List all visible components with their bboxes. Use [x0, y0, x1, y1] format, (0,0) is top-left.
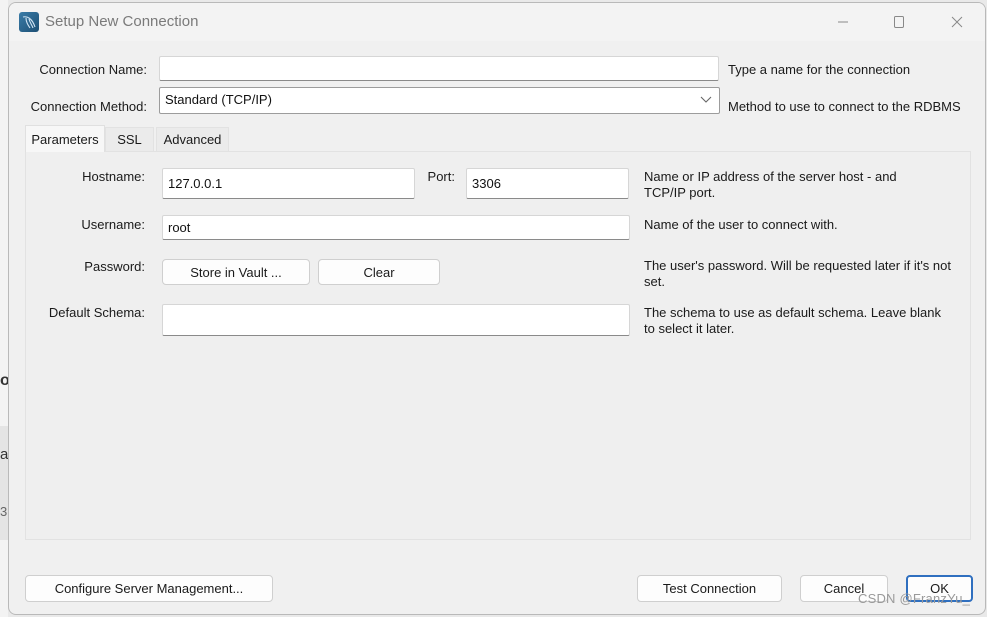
tab-parameters[interactable]: Parameters [25, 125, 105, 152]
tab-advanced-label: Advanced [163, 132, 222, 147]
connection-method-label: Connection Method: [30, 99, 147, 114]
username-hint: Name of the user to connect with. [644, 217, 838, 232]
default-schema-hint: The schema to use as default schema. Lea… [644, 305, 942, 336]
username-value: root [168, 220, 191, 235]
minimize-button[interactable] [821, 9, 865, 35]
tab-ssl-label: SSL [117, 132, 142, 147]
background-app-strip: o ar 3 [0, 0, 13, 617]
tab-ssl[interactable]: SSL [105, 127, 154, 151]
configure-server-management-button[interactable]: Configure Server Management... [25, 575, 273, 602]
connection-name-hint: Type a name for the connection [728, 62, 911, 77]
title-bar[interactable]: Setup New Connection [9, 3, 985, 41]
host-port-hint: Name or IP address of the server host - … [644, 169, 897, 200]
minimize-icon [838, 21, 848, 23]
store-in-vault-button[interactable]: Store in Vault ... [162, 259, 310, 285]
setup-connection-dialog: Setup New Connection Connection Name: Ty… [8, 2, 986, 615]
close-icon [951, 16, 963, 28]
hostname-label: Hostname: [82, 169, 145, 184]
username-input[interactable]: root [162, 215, 630, 240]
chevron-down-icon [700, 96, 712, 103]
port-value: 3306 [472, 176, 501, 191]
username-label: Username: [81, 217, 145, 232]
password-hint: The user's password. Will be requested l… [644, 258, 951, 289]
maximize-button[interactable] [877, 9, 921, 35]
connection-method-hint: Method to use to connect to the RDBMS [728, 99, 961, 114]
default-schema-label: Default Schema: [48, 305, 145, 320]
clear-password-button[interactable]: Clear [318, 259, 440, 285]
close-button[interactable] [935, 9, 979, 35]
hostname-value: 127.0.0.1 [168, 176, 223, 191]
mysql-workbench-icon [19, 12, 39, 32]
connection-method-value: Standard (TCP/IP) [165, 92, 272, 107]
window-title: Setup New Connection [45, 13, 199, 30]
password-label: Password: [84, 259, 145, 274]
tab-advanced[interactable]: Advanced [156, 127, 229, 151]
hostname-input[interactable]: 127.0.0.1 [162, 168, 415, 199]
background-band [0, 426, 8, 540]
connection-method-select[interactable]: Standard (TCP/IP) [159, 87, 720, 114]
port-label: Port: [427, 169, 455, 184]
port-input[interactable]: 3306 [466, 168, 629, 199]
test-connection-button[interactable]: Test Connection [637, 575, 782, 602]
maximize-icon [894, 16, 904, 28]
connection-name-input[interactable] [159, 56, 719, 81]
connection-name-label: Connection Name: [39, 62, 147, 77]
default-schema-input[interactable] [162, 304, 630, 336]
parameters-panel [25, 151, 971, 540]
background-text-fragment: 3 [0, 504, 8, 519]
watermark: CSDN @FranzYu_ [858, 591, 971, 606]
tab-parameters-label: Parameters [31, 131, 99, 147]
